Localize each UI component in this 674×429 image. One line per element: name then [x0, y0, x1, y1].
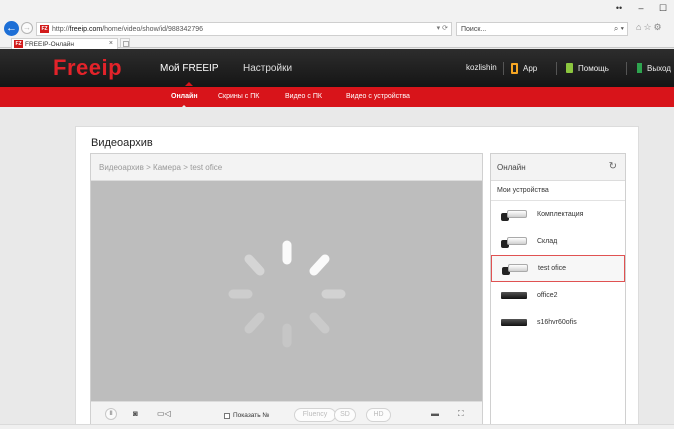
folder-icon: ▬	[431, 409, 439, 418]
help-label: Помощь	[578, 63, 609, 73]
window-controls: •• – ☐	[608, 2, 674, 14]
device-name: test ofice	[538, 265, 567, 272]
breadcrumb-camera[interactable]: Камера	[153, 163, 181, 172]
minimize-icon[interactable]: –	[630, 2, 652, 14]
show-number-label: Показать №	[233, 412, 270, 419]
divider	[626, 62, 627, 75]
device-item-sklad[interactable]: Склад	[491, 228, 625, 255]
address-url: http://freeip.com/home/video/show/id/988…	[52, 26, 203, 33]
tab-title: FREEIP-Онлайн	[25, 40, 74, 48]
device-item-s16hvr60ofis[interactable]: s16hvr60ofis	[491, 309, 625, 336]
page-title: Видеоархив	[91, 137, 153, 149]
video-record-icon: ▭◁	[157, 409, 171, 418]
back-button[interactable]: ←	[4, 21, 19, 36]
pause-icon: II	[109, 411, 113, 417]
url-domain: freeip.com	[69, 25, 103, 33]
exit-icon	[637, 63, 642, 73]
help-link[interactable]: Помощь	[566, 63, 609, 73]
my-devices-section[interactable]: Мои устройства	[491, 181, 625, 201]
video-archive-card: Видеоархив Видеоархив > Камера > test of…	[75, 126, 639, 429]
browser-toolbar-icons: ⌂☆⚙	[636, 22, 664, 33]
breadcrumb: Видеоархив > Камера > test ofice	[91, 154, 482, 181]
device-name: Комплектация	[537, 211, 584, 218]
address-bar[interactable]: FZ http://freeip.com/home/video/show/id/…	[36, 22, 452, 36]
new-tab-button[interactable]	[120, 38, 130, 48]
forward-button[interactable]: →	[21, 22, 33, 34]
video-viewport[interactable]	[91, 181, 482, 403]
app-label: App	[523, 64, 538, 73]
subtab-device-video[interactable]: Видео с устройства	[346, 93, 410, 100]
close-icon[interactable]: ×	[109, 39, 113, 49]
site-logo[interactable]: Freeip	[53, 55, 122, 81]
subtab-online[interactable]: Онлайн	[171, 93, 198, 108]
url-prefix: http://	[52, 25, 70, 33]
horizontal-scrollbar[interactable]	[0, 424, 674, 429]
restore-icon[interactable]: ••	[608, 2, 630, 14]
browser-chrome: •• – ☐ ← → FZ http://freeip.com/home/vid…	[0, 0, 674, 49]
refresh-icon[interactable]: ↻	[609, 161, 617, 172]
snapshot-button[interactable]: ◙	[133, 409, 138, 418]
username-link[interactable]: kozlishin	[466, 63, 497, 72]
browser-search-input[interactable]: Поиск... ⌕ ▾	[456, 22, 628, 36]
sub-navigation: Онлайн Скрины с ПК Видео с ПК Видео с ус…	[0, 87, 674, 108]
exit-label: Выход	[647, 63, 671, 73]
camera-icon	[501, 208, 527, 222]
star-icon[interactable]: ☆	[643, 22, 653, 32]
search-placeholder: Поиск...	[461, 25, 487, 33]
maximize-icon[interactable]: ☐	[652, 2, 674, 14]
fullscreen-icon: ⛶	[458, 409, 464, 418]
arrow-right-icon: →	[23, 23, 31, 32]
phone-icon	[511, 63, 518, 74]
fluency-button[interactable]: Fluency	[294, 408, 336, 422]
divider	[556, 62, 557, 75]
subtab-pc-screenshots[interactable]: Скрины с ПК	[218, 93, 259, 100]
sidebar-title: Онлайн	[497, 163, 526, 172]
subtab-pc-video[interactable]: Видео с ПК	[285, 93, 322, 100]
browser-tab-active[interactable]: FZ FREEIP-Онлайн ×	[11, 38, 118, 49]
checkbox-box[interactable]	[224, 412, 230, 419]
breadcrumb-separator: >	[146, 163, 151, 172]
device-name: s16hvr60ofis	[537, 319, 577, 326]
camera-icon	[501, 235, 527, 249]
gear-icon[interactable]: ⚙	[654, 22, 664, 32]
fullscreen-button[interactable]: ⛶	[458, 409, 464, 419]
record-button[interactable]: ▭◁	[157, 409, 171, 418]
sidebar-header: Онлайн ↻	[491, 154, 625, 181]
divider	[503, 62, 504, 75]
breadcrumb-current: test ofice	[190, 163, 223, 172]
pause-button[interactable]: II	[105, 408, 117, 420]
sd-button[interactable]: SD	[334, 408, 356, 422]
device-name: office2	[537, 292, 558, 299]
dvr-icon	[501, 319, 527, 326]
device-item-office2[interactable]: office2	[491, 282, 625, 309]
arrow-left-icon: ←	[6, 22, 17, 34]
loading-spinner-icon	[228, 240, 346, 348]
breadcrumb-separator: >	[183, 163, 188, 172]
exit-link[interactable]: Выход	[637, 63, 671, 73]
device-item-komplektatsiya[interactable]: Комплектация	[491, 201, 625, 228]
hd-button[interactable]: HD	[366, 408, 391, 422]
search-icon[interactable]: ⌕ ▾	[614, 24, 624, 34]
video-player: Видеоархив > Камера > test ofice II ◙ ▭◁…	[90, 153, 483, 429]
tab-settings[interactable]: Настройки	[243, 63, 292, 74]
dvr-icon	[501, 292, 527, 299]
breadcrumb-archive[interactable]: Видеоархив	[99, 163, 144, 172]
book-icon	[566, 63, 573, 73]
tab-my-freeip[interactable]: Мой FREEIP	[160, 63, 219, 86]
device-item-test-ofice[interactable]: test ofice	[491, 255, 625, 282]
refresh-icon[interactable]: ▾ ⟳	[437, 24, 448, 32]
show-number-checkbox[interactable]: Показать №	[224, 412, 269, 419]
app-link[interactable]: App	[511, 63, 537, 74]
folder-button[interactable]: ▬	[431, 409, 439, 418]
url-path: /home/video/show/id/988342796	[102, 25, 203, 33]
tab-favicon-icon: FZ	[14, 40, 23, 48]
site-favicon-icon: FZ	[40, 25, 49, 33]
device-sidebar: Онлайн ↻ Мои устройства Комплектация Скл…	[490, 153, 626, 429]
site-header: Freeip Мой FREEIP Настройки kozlishin Ap…	[0, 49, 674, 87]
username: kozlishin	[466, 63, 497, 72]
device-name: Склад	[537, 238, 558, 245]
camera-icon: ◙	[133, 409, 138, 418]
camera-icon	[502, 262, 528, 276]
